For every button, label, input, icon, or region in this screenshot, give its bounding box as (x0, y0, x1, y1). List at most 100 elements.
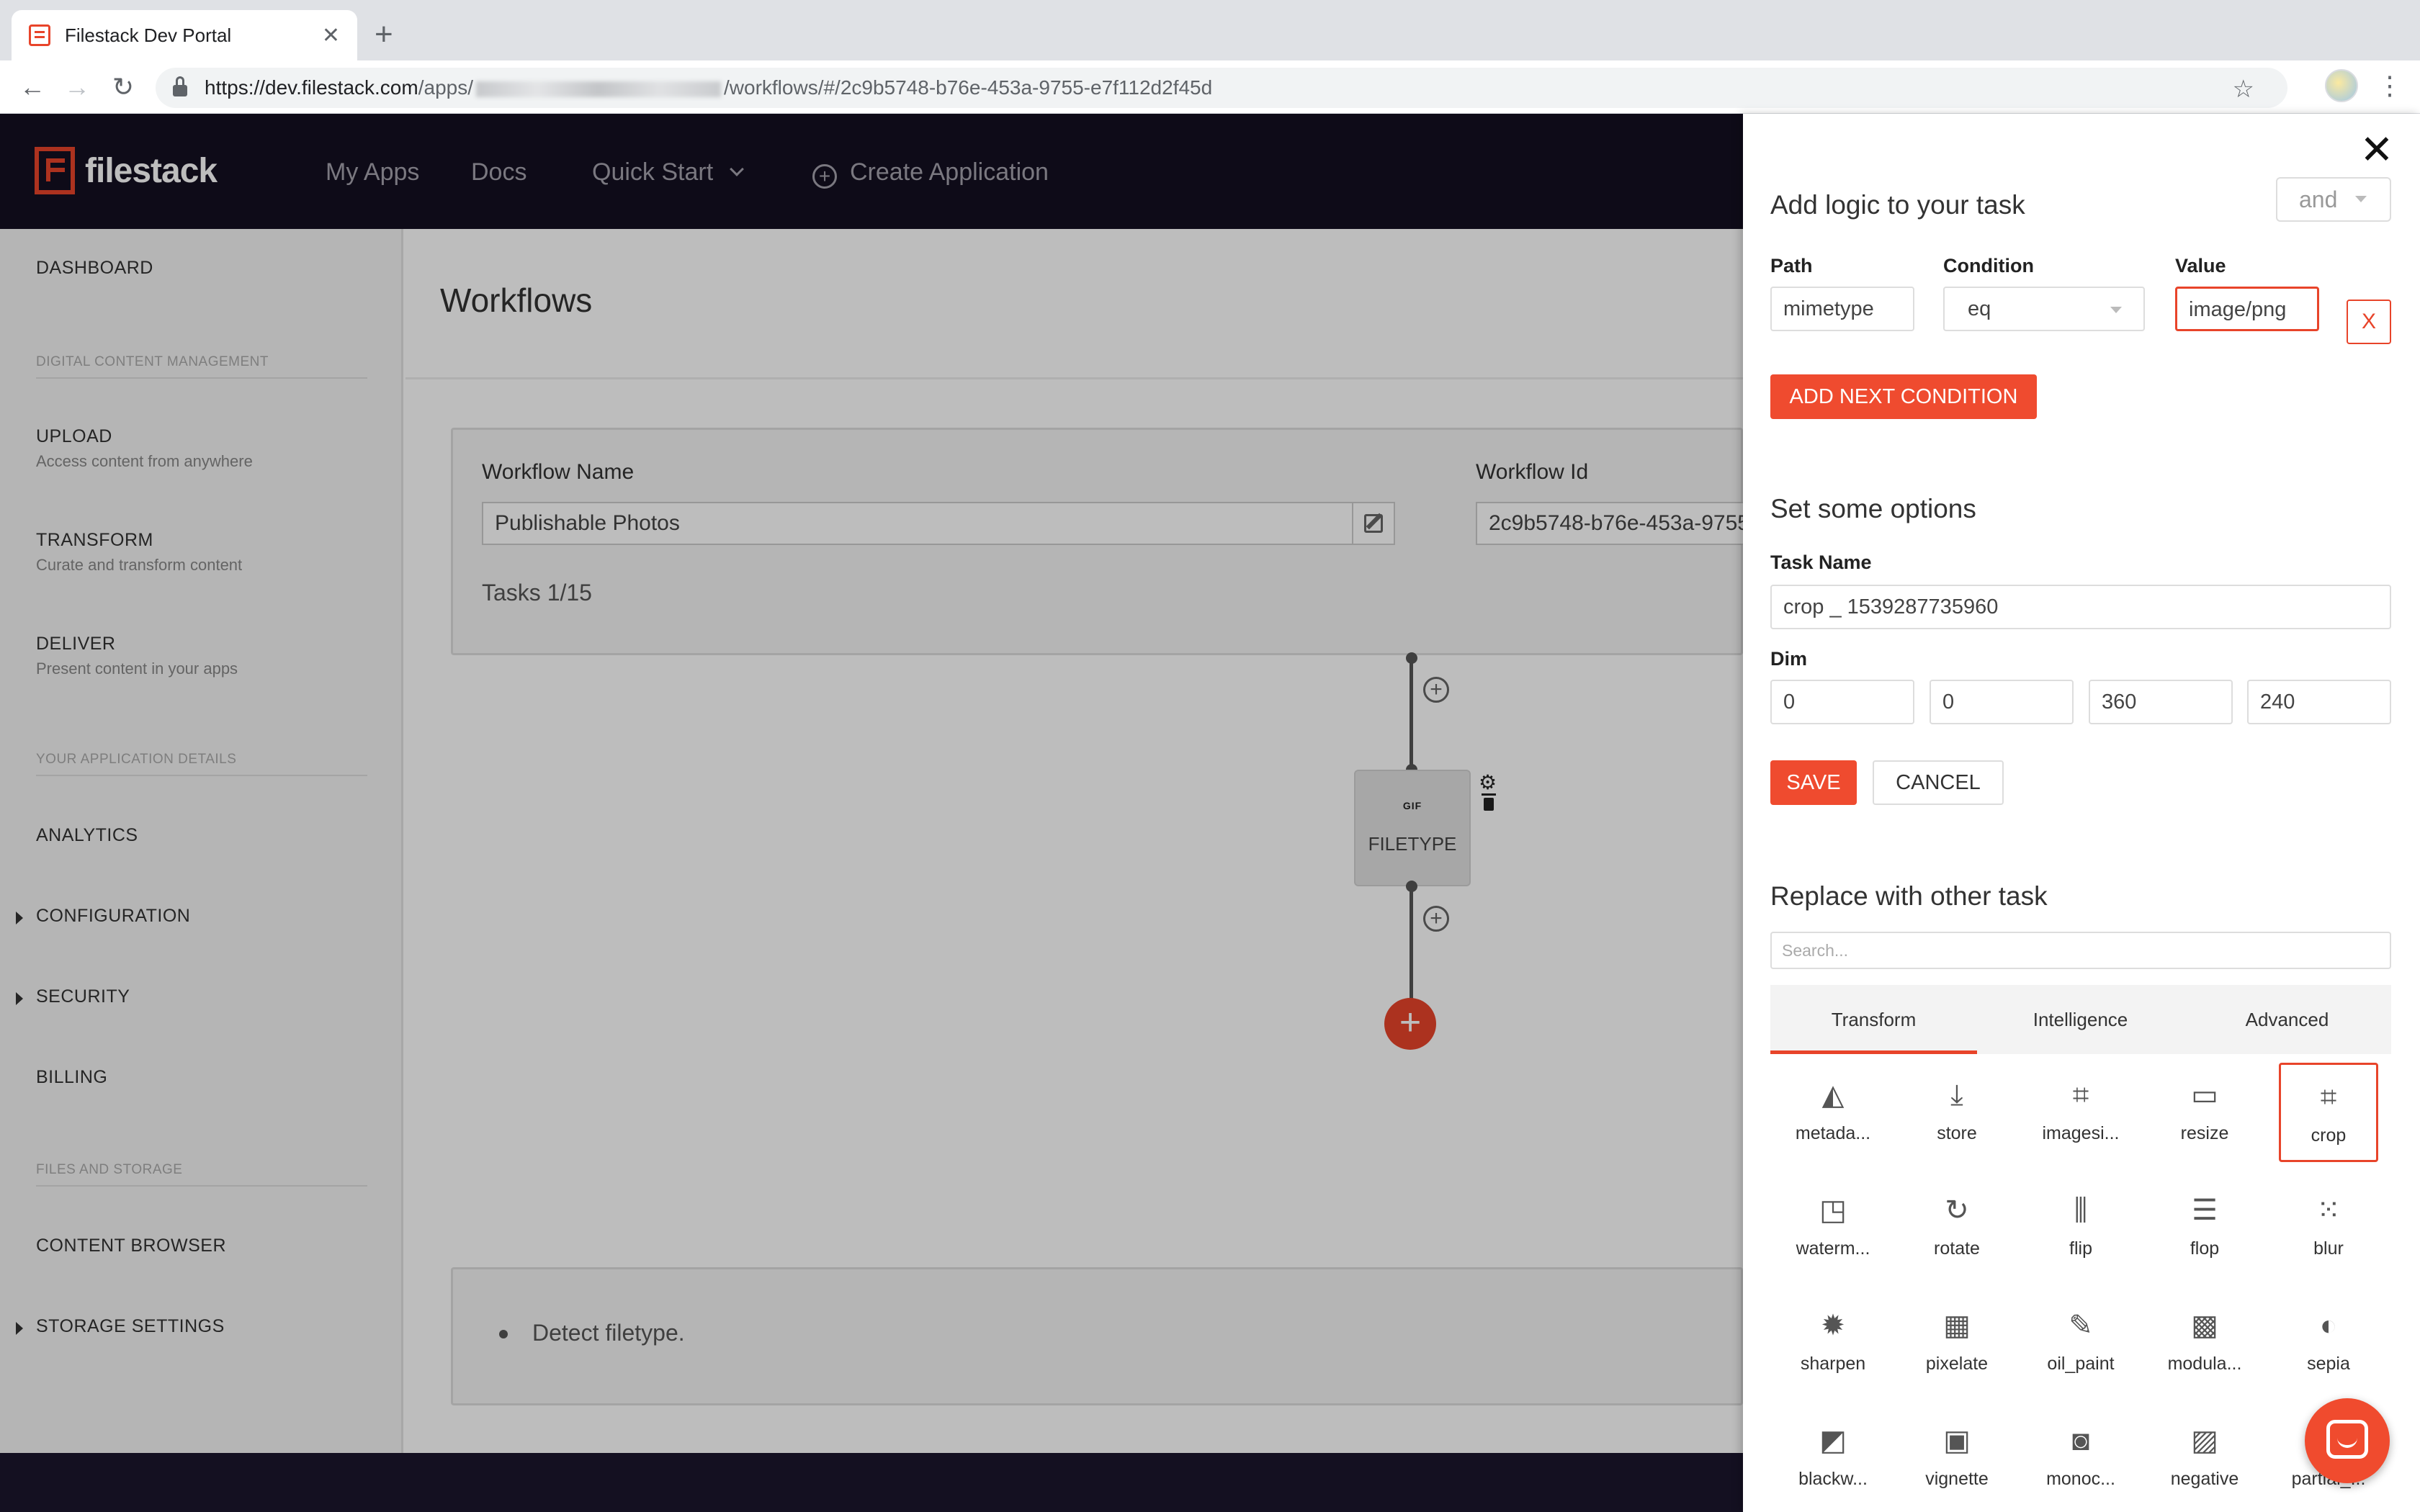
task-tile-monochrome[interactable]: ◙ monoc... (2031, 1408, 2130, 1508)
browser-menu-icon[interactable]: ⋮ (2377, 68, 2403, 104)
replace-heading: Replace with other task (1770, 881, 2048, 911)
dim-x-input[interactable]: 0 (1770, 680, 1914, 724)
tile-label: rotate (1934, 1238, 1980, 1259)
tile-label: resize (2180, 1123, 2229, 1143)
dim-width-input[interactable]: 360 (2089, 680, 2233, 724)
dim-height-input[interactable]: 240 (2247, 680, 2391, 724)
tab-transform[interactable]: Transform (1770, 985, 1977, 1054)
tile-label: blur (2313, 1238, 2344, 1259)
resize-icon: ▭ (2191, 1079, 2218, 1111)
task-tile-blackwhite[interactable]: ◩ blackw... (1783, 1408, 1883, 1508)
lock-icon (173, 76, 187, 96)
logic-operator-select[interactable]: and (2276, 177, 2391, 222)
image-icon: ▨ (2191, 1425, 2218, 1457)
watermark-icon: ◳ (1819, 1194, 1847, 1226)
options-heading: Set some options (1770, 494, 1976, 523)
tile-label: sharpen (1800, 1354, 1866, 1374)
task-tile-blur[interactable]: ⁙ blur (2279, 1178, 2378, 1277)
app-footer (0, 1453, 1743, 1512)
tab-close-icon[interactable]: ✕ (322, 23, 340, 48)
tab-advanced[interactable]: Advanced (2184, 985, 2390, 1054)
caret-down-icon (2110, 307, 2122, 313)
url-text: https://dev.filestack.com/apps//workflow… (205, 76, 1213, 99)
task-tile-negative[interactable]: ▨ negative (2155, 1408, 2254, 1508)
bookmark-star-icon[interactable]: ☆ (2233, 75, 2254, 104)
redacted-app-id (476, 81, 721, 97)
logic-operator-value: and (2299, 186, 2338, 212)
add-next-condition-button[interactable]: ADD NEXT CONDITION (1770, 374, 2037, 419)
tile-label: flop (2190, 1238, 2220, 1259)
tile-label: oil_paint (2047, 1354, 2115, 1374)
task-tile-imagesize[interactable]: ⌗ imagesi... (2031, 1063, 2130, 1162)
back-arrow-icon[interactable]: ← (16, 71, 49, 104)
path-input[interactable]: mimetype (1770, 287, 1914, 331)
cancel-button[interactable]: CANCEL (1873, 760, 2004, 805)
forward-arrow-icon[interactable]: → (60, 71, 94, 104)
task-search-input[interactable]: Search... (1770, 932, 2391, 969)
task-tile-sharpen[interactable]: ✹ sharpen (1783, 1293, 1883, 1392)
flop-icon: ☰ (2192, 1194, 2218, 1226)
task-tile-modulate[interactable]: ▩ modula... (2155, 1293, 2254, 1392)
value-label: Value (2175, 255, 2226, 276)
condition-label: Condition (1943, 255, 2034, 276)
pixelate-icon: ▦ (1943, 1310, 1971, 1341)
task-config-panel: ✕ Add logic to your task and Path Condit… (1743, 114, 2420, 1512)
dim-y-input[interactable]: 0 (1930, 680, 2074, 724)
value-input[interactable]: image/png (2175, 287, 2319, 331)
tile-label: modula... (2167, 1354, 2242, 1374)
tile-label: vignette (1925, 1469, 1989, 1489)
task-tile-watermark[interactable]: ◳ waterm... (1783, 1178, 1883, 1277)
task-name-input[interactable]: crop _ 1539287735960 (1770, 585, 2391, 629)
sharpen-icon: ✹ (1821, 1310, 1845, 1341)
task-tile-pixelate[interactable]: ▦ pixelate (1907, 1293, 2007, 1392)
bw-icon: ◩ (1819, 1425, 1847, 1457)
task-tile-store[interactable]: ⤓ store (1907, 1063, 2007, 1162)
task-name-label: Task Name (1770, 552, 1872, 573)
brush-icon: ✎ (2069, 1310, 2093, 1341)
browser-toolbar: ← → ↻ https://dev.filestack.com/apps//wo… (0, 60, 2420, 114)
chat-launcher-button[interactable] (2305, 1398, 2390, 1483)
tile-label: negative (2170, 1469, 2239, 1489)
task-tile-crop[interactable]: ⌗ crop (2279, 1063, 2378, 1162)
dim-label: Dim (1770, 648, 1808, 670)
tab-intelligence[interactable]: Intelligence (1977, 985, 2184, 1054)
crop-icon: ⌗ (2072, 1079, 2089, 1111)
crop-icon: ⌗ (2320, 1081, 2337, 1113)
close-icon[interactable]: ✕ (2355, 128, 2398, 171)
task-tile-sepia[interactable]: ◐ sepia (2279, 1293, 2378, 1392)
tile-label: sepia (2307, 1354, 2350, 1374)
task-tile-flop[interactable]: ☰ flop (2155, 1178, 2254, 1277)
tile-label: monoc... (2046, 1469, 2115, 1489)
caret-down-icon (2355, 196, 2367, 202)
vignette-icon: ▣ (1943, 1425, 1971, 1457)
save-button[interactable]: SAVE (1770, 760, 1857, 805)
remove-condition-button[interactable]: X (2347, 300, 2391, 344)
download-icon: ⤓ (1950, 1079, 1963, 1111)
task-tile-metadata[interactable]: ◭ metada... (1783, 1063, 1883, 1162)
task-tile-flip[interactable]: ⫼ flip (2031, 1178, 2130, 1277)
reload-icon[interactable]: ↻ (107, 71, 140, 104)
flip-icon: ⫼ (2074, 1194, 2088, 1226)
logic-heading: Add logic to your task (1770, 190, 2025, 220)
condition-select[interactable]: eq (1943, 287, 2145, 331)
tile-label: store (1937, 1123, 1977, 1143)
task-tile-vignette[interactable]: ▣ vignette (1907, 1408, 2007, 1508)
camera-icon: ◙ (2071, 1425, 2090, 1457)
address-bar[interactable]: https://dev.filestack.com/apps//workflow… (156, 68, 2287, 108)
task-category-tabs: Transform Intelligence Advanced (1770, 985, 2391, 1054)
task-tile-resize[interactable]: ▭ resize (2155, 1063, 2254, 1162)
tile-label: pixelate (1925, 1354, 1989, 1374)
profile-avatar[interactable] (2325, 69, 2358, 102)
tile-label: crop (2311, 1125, 2347, 1146)
rotate-icon: ↻ (1945, 1194, 1969, 1226)
contrast-icon: ◐ (2319, 1310, 2338, 1341)
tile-label: imagesi... (2042, 1123, 2120, 1143)
grid-icon: ▩ (2191, 1310, 2218, 1341)
browser-tab-title: Filestack Dev Portal (65, 24, 232, 46)
new-tab-icon[interactable]: + (375, 14, 393, 55)
modal-overlay[interactable] (0, 114, 1743, 1453)
browser-tab[interactable]: Filestack Dev Portal ✕ (12, 10, 357, 60)
task-tile-rotate[interactable]: ↻ rotate (1907, 1178, 2007, 1277)
metadata-icon: ◭ (1821, 1079, 1845, 1111)
task-tile-oil-paint[interactable]: ✎ oil_paint (2031, 1293, 2130, 1392)
